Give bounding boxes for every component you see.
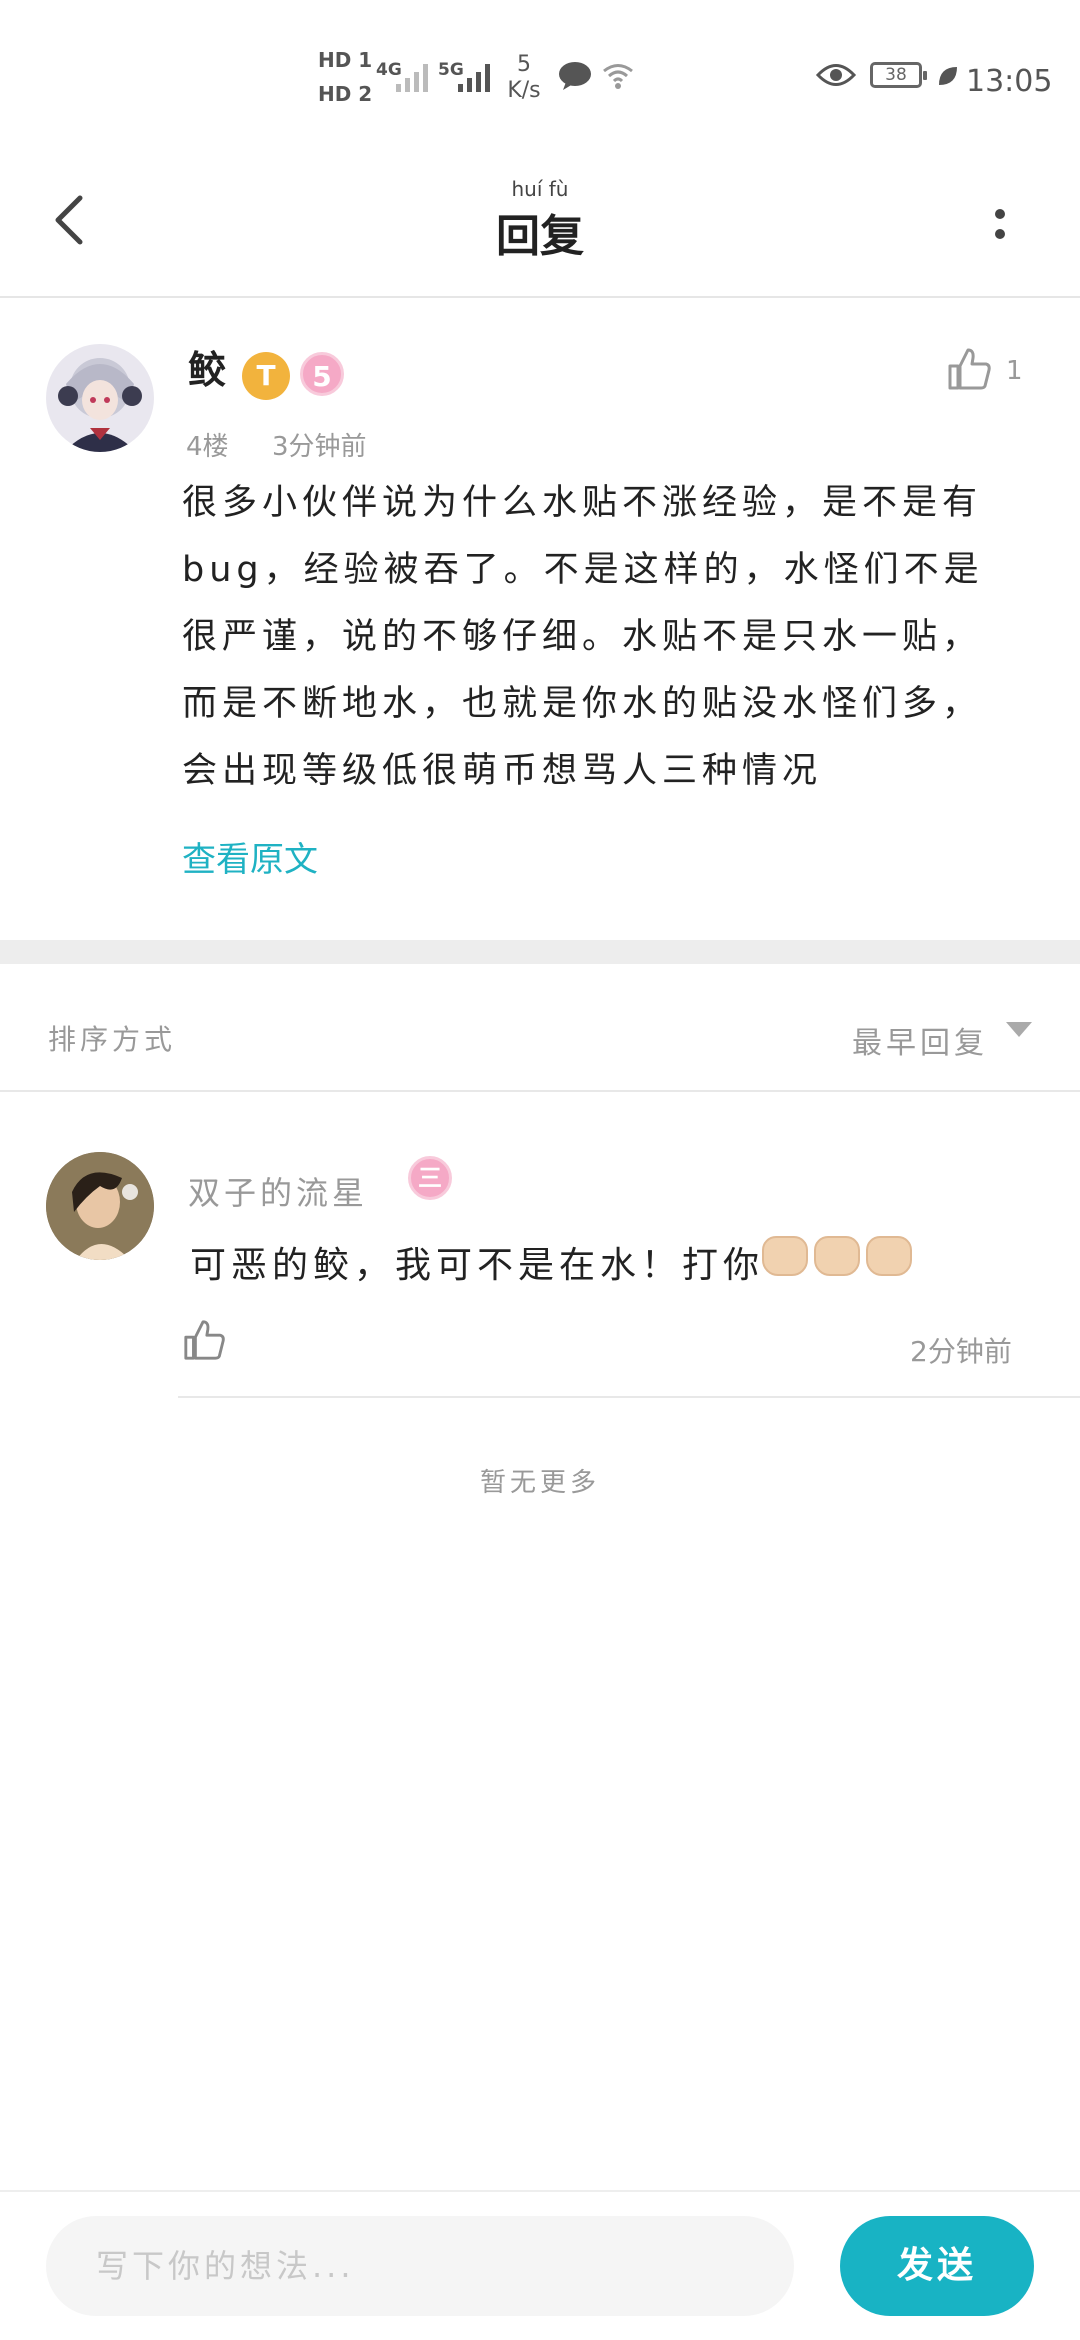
fist-emoji-group bbox=[762, 1236, 912, 1276]
fist-icon bbox=[866, 1236, 912, 1276]
page-title-pinyin: huí fù bbox=[511, 177, 569, 201]
signal-2-icon bbox=[458, 62, 490, 92]
reply-rank-badge: 三 bbox=[408, 1156, 452, 1200]
reply-author-name[interactable]: 双子的流星 bbox=[188, 1168, 368, 1214]
page-title: huí fù 回复 bbox=[0, 178, 1080, 264]
post-body: 很多小伙伴说为什么水贴不涨经验，是不是有bug，经验被吞了。不是这样的，水怪们不… bbox=[182, 483, 984, 791]
sort-dropdown[interactable]: 最早回复 bbox=[852, 1018, 988, 1062]
section-divider bbox=[0, 940, 1080, 964]
reply-time: 2分钟前 bbox=[910, 1335, 1012, 1368]
post-author-avatar[interactable] bbox=[46, 344, 154, 452]
like-icon[interactable] bbox=[946, 346, 992, 392]
message-icon bbox=[558, 60, 592, 96]
more-menu-button[interactable] bbox=[990, 192, 1010, 256]
wifi-icon bbox=[602, 62, 634, 94]
chevron-down-icon[interactable] bbox=[1006, 1022, 1032, 1037]
eye-icon bbox=[815, 62, 857, 92]
view-original-link[interactable]: 查看原文 bbox=[182, 832, 318, 881]
fist-icon bbox=[762, 1236, 808, 1276]
like-count: 1 bbox=[1006, 356, 1023, 386]
hd1-indicator: HD 1 bbox=[318, 48, 373, 72]
fist-icon bbox=[814, 1236, 860, 1276]
rank-badge: 5 bbox=[300, 352, 344, 396]
reply-divider bbox=[178, 1396, 1080, 1398]
hd2-indicator: HD 2 bbox=[318, 82, 373, 106]
level-badge: T bbox=[242, 352, 290, 400]
no-more-text: 暂无更多 bbox=[479, 1468, 600, 1498]
reply-author-avatar[interactable] bbox=[46, 1152, 154, 1260]
leaf-icon bbox=[936, 64, 960, 92]
clock: 13:05 bbox=[966, 64, 1053, 99]
signal-1-icon bbox=[396, 62, 428, 92]
composer-divider bbox=[0, 2190, 1080, 2192]
reply-like-icon[interactable] bbox=[182, 1318, 226, 1362]
battery-icon: 38 bbox=[870, 62, 927, 88]
comment-input[interactable] bbox=[46, 2216, 794, 2316]
network-speed: 5 K/s bbox=[507, 52, 541, 103]
post-author-name[interactable]: 鲛 bbox=[188, 346, 226, 394]
reply-body: 可恶的鲛，我可不是在水！打你 bbox=[190, 1245, 765, 1286]
floor-number: 4楼 bbox=[186, 432, 229, 462]
sort-divider bbox=[0, 1090, 1080, 1092]
send-button[interactable]: 发送 bbox=[840, 2216, 1034, 2316]
post-time: 3分钟前 bbox=[272, 432, 367, 462]
status-bar: HD 1 HD 2 4G 5G 5 K/s 38 13:05 bbox=[0, 0, 1080, 150]
sort-label: 排序方式 bbox=[48, 1023, 177, 1056]
top-bar: huí fù 回复 bbox=[0, 150, 1080, 298]
